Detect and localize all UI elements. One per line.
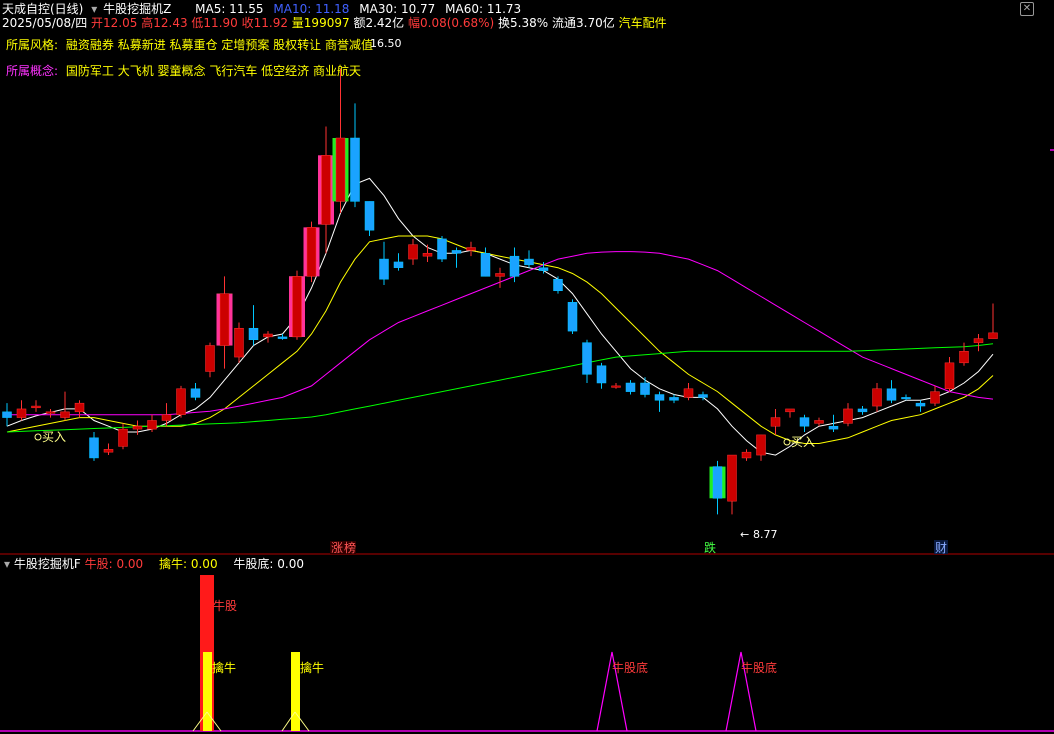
candle-body — [973, 338, 984, 343]
sub-panel-header: ▾ 牛股挖掘机F 牛股: 0.00 擒牛: 0.00 牛股底: 0.00 — [4, 557, 304, 571]
buy-label-1: 买入 — [42, 430, 66, 444]
candle-body — [176, 388, 186, 415]
candle-body — [567, 302, 578, 332]
candle-body — [741, 451, 752, 459]
niugudi-value: 牛股底: 0.00 — [233, 557, 304, 571]
candle-body — [292, 276, 302, 338]
candle-body — [698, 394, 708, 398]
candle-body — [886, 388, 897, 401]
limit-up-marker[interactable]: 涨 — [331, 540, 343, 555]
sub-panel-indicators: 牛股 擒牛 擒牛 牛股底 牛股底 — [192, 575, 777, 732]
niugu-label: 牛股 — [213, 598, 237, 613]
candle-body — [712, 466, 723, 499]
candle-body — [727, 454, 737, 502]
candle-body — [553, 278, 563, 292]
candle-body — [408, 244, 418, 260]
qiniu-value: 擒牛: 0.00 — [159, 557, 218, 571]
buy-label-2: 买入 — [791, 435, 815, 449]
candle-body — [379, 258, 389, 280]
candle-body — [393, 261, 404, 268]
candle-body — [901, 397, 911, 400]
candle-body — [350, 137, 360, 202]
candle-body — [306, 227, 317, 277]
candle-body — [959, 351, 969, 364]
niugudi-label-1: 牛股底 — [612, 660, 648, 675]
candle-body — [277, 336, 288, 339]
candle-body — [74, 402, 85, 413]
candle-body — [669, 397, 679, 401]
high-price-label: 16.50 — [370, 37, 402, 50]
candle-body — [582, 342, 592, 375]
candle-body — [190, 388, 201, 398]
candle-body — [524, 258, 534, 266]
candle-body — [321, 155, 331, 225]
candle-body — [944, 362, 955, 390]
candles — [2, 68, 998, 515]
buy-marker-1 — [34, 433, 42, 441]
candle-body — [205, 345, 215, 372]
candle-body — [451, 250, 462, 254]
candle-body — [915, 402, 926, 407]
candle-body — [930, 391, 940, 404]
candle-body — [799, 417, 810, 427]
qiniu-label-2: 擒牛 — [300, 660, 324, 675]
candle-body — [219, 293, 230, 346]
candle-body — [538, 267, 549, 271]
limit-down-marker[interactable]: 跌 — [704, 540, 716, 555]
candle-body — [988, 332, 998, 339]
limit-up-marker-2[interactable]: 榜 — [344, 540, 356, 555]
candle-body — [422, 253, 433, 257]
candle-body — [596, 365, 607, 384]
candlestick-chart[interactable]: 16.50 ← 8.77 买入 买入 涨 榜 跌 财 牛股 擒牛 擒牛 牛股底 … — [0, 0, 1054, 734]
candle-body — [466, 247, 476, 251]
candle-body — [756, 434, 766, 456]
qiniu-label-1: 擒牛 — [212, 660, 236, 675]
candle-body — [480, 253, 491, 277]
candle-body — [857, 408, 868, 413]
niugudi-label-2: 牛股底 — [741, 660, 777, 675]
candle-body — [132, 425, 143, 430]
candle-body — [16, 408, 27, 418]
candle-body — [45, 411, 56, 414]
finance-marker[interactable]: 财 — [935, 541, 947, 555]
candle-body — [248, 327, 259, 341]
candle-body — [495, 273, 505, 277]
candle-body — [263, 333, 273, 338]
candle-body — [103, 449, 114, 453]
chevron-down-icon[interactable]: ▾ — [4, 557, 10, 571]
candle-body — [814, 420, 824, 424]
low-price-label: 8.77 — [753, 528, 778, 541]
candle-body — [234, 327, 244, 358]
candle-body — [828, 425, 839, 430]
candle-body — [147, 420, 157, 430]
niugu-value: 牛股: 0.00 — [84, 557, 144, 571]
candle-body — [785, 408, 795, 413]
candle-body — [611, 385, 621, 388]
candle-body — [364, 201, 375, 231]
candle-body — [31, 405, 41, 409]
candle-body — [654, 394, 665, 401]
candle-body — [2, 411, 12, 418]
candle-body — [89, 437, 99, 459]
candle-body — [161, 414, 172, 421]
candle-body — [872, 388, 882, 407]
candle-body — [625, 382, 636, 392]
candle-body — [437, 238, 447, 260]
candle-body — [118, 428, 128, 447]
candle-body — [335, 137, 346, 202]
candle-body — [843, 408, 853, 424]
candle-body — [770, 417, 781, 427]
low-price-arrow: ← — [740, 528, 749, 541]
qiniu-bar-2 — [291, 652, 300, 731]
candle-body — [640, 382, 650, 395]
candle-body — [60, 411, 70, 418]
sub-indicator-name[interactable]: 牛股挖掘机F — [14, 557, 81, 571]
candle-body — [683, 388, 694, 398]
candle-body — [509, 255, 520, 277]
qiniu-bar-1 — [203, 652, 212, 731]
